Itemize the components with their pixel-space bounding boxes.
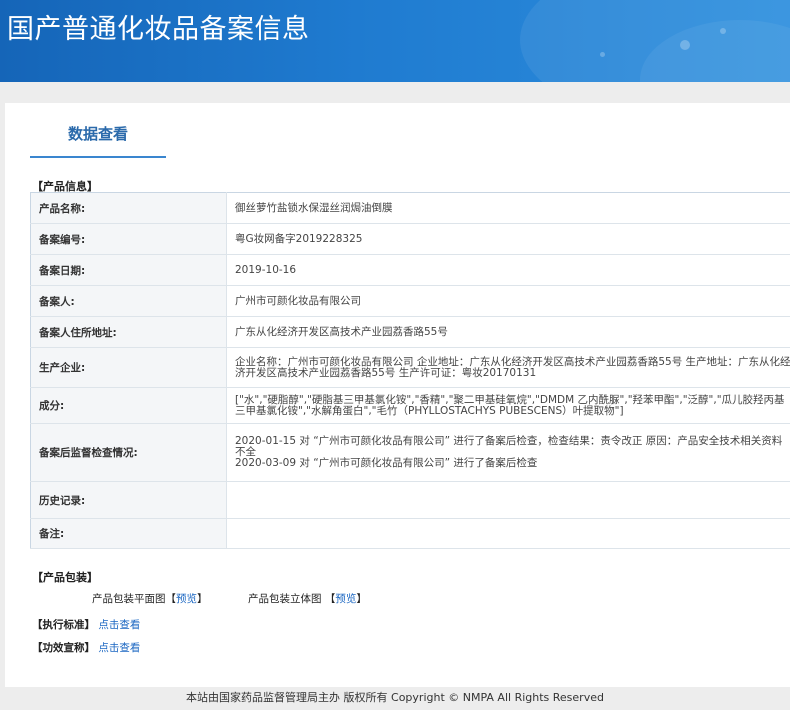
row-label: 备案编号:	[30, 223, 227, 255]
standards-view-link[interactable]: 点击查看	[98, 619, 140, 631]
footer-copyright: 本站由国家药品监督管理局主办 版权所有 Copyright © NMPA All…	[186, 691, 604, 704]
efficacy-label: 【功效宣称】	[32, 642, 95, 654]
packaging-flat-label: 产品包装平面图	[92, 593, 166, 605]
row-label: 备案后监督检查情况:	[30, 423, 227, 482]
table-row: 备案人: 广州市可颜化妆品有限公司	[30, 285, 790, 317]
row-label: 备案人住所地址:	[30, 316, 227, 348]
row-value: 广东从化经济开发区高技术产业园荔香路55号	[226, 316, 790, 348]
efficacy-view-link[interactable]: 点击查看	[98, 642, 140, 654]
table-row: 备注:	[30, 518, 790, 549]
inspection-line: 2020-01-15 对 “广州市可颜化妆品有限公司” 进行了备案后检查，检查结…	[235, 435, 783, 458]
standards-row: 【执行标准】 点击查看	[32, 617, 140, 632]
row-value: 御丝萝竹盐锁水保湿丝润焗油倒膜	[226, 192, 790, 224]
table-row: 生产企业: 企业名称：广州市可颜化妆品有限公司 企业地址：广东从化经济开发区高技…	[30, 347, 790, 388]
row-value: 2019-10-16	[226, 254, 790, 286]
banner-decoration	[720, 28, 726, 34]
table-row: 备案人住所地址: 广东从化经济开发区高技术产业园荔香路55号	[30, 316, 790, 348]
row-value: ["水","硬脂醇","硬脂基三甲基氯化铵","香精","聚二甲基硅氧烷","D…	[226, 387, 790, 424]
table-row: 产品名称: 御丝萝竹盐锁水保湿丝润焗油倒膜	[30, 192, 790, 224]
tab-label: 数据查看	[67, 125, 128, 143]
table-row: 成分: ["水","硬脂醇","硬脂基三甲基氯化铵","香精","聚二甲基硅氧烷…	[30, 387, 790, 424]
row-value: 2020-01-15 对 “广州市可颜化妆品有限公司” 进行了备案后检查，检查结…	[226, 423, 790, 482]
section-title-packaging: 【产品包装】	[32, 571, 98, 584]
row-label: 产品名称:	[30, 192, 227, 224]
row-value	[226, 518, 790, 549]
row-label: 备注:	[30, 518, 227, 549]
header-banner: 国产普通化妆品备案信息	[0, 0, 790, 82]
row-label: 历史记录:	[30, 481, 227, 519]
row-value	[226, 481, 790, 519]
standards-label: 【执行标准】	[32, 619, 95, 631]
inspection-line: 2020-03-09 对 “广州市可颜化妆品有限公司” 进行了备案后检查	[235, 457, 538, 469]
packaging-solid-label: 产品包装立体图	[248, 593, 322, 605]
row-value: 企业名称：广州市可颜化妆品有限公司 企业地址：广东从化经济开发区高技术产业园荔香…	[226, 347, 790, 388]
table-row: 备案日期: 2019-10-16	[30, 254, 790, 286]
packaging-flat-item: 产品包装平面图【预览】	[92, 593, 208, 605]
row-label: 备案人:	[30, 285, 227, 317]
row-value: 粤G妆网备字2019228325	[226, 223, 790, 255]
row-label: 生产企业:	[30, 347, 227, 388]
product-info-table: 产品名称: 御丝萝竹盐锁水保湿丝润焗油倒膜 备案编号: 粤G妆网备字201922…	[30, 192, 790, 549]
packaging-solid-item: 产品包装立体图 【预览】	[248, 593, 367, 605]
table-row: 备案编号: 粤G妆网备字2019228325	[30, 223, 790, 255]
row-label: 备案日期:	[30, 254, 227, 286]
preview-flat-link[interactable]: 预览	[176, 593, 197, 605]
banner-decoration	[680, 40, 690, 50]
table-row: 备案后监督检查情况: 2020-01-15 对 “广州市可颜化妆品有限公司” 进…	[30, 423, 790, 482]
content-panel: 数据查看 【产品信息】 产品名称: 御丝萝竹盐锁水保湿丝润焗油倒膜 备案编号: …	[5, 103, 790, 687]
row-label: 成分:	[30, 387, 227, 424]
row-value: 广州市可颜化妆品有限公司	[226, 285, 790, 317]
page-title: 国产普通化妆品备案信息	[7, 14, 310, 45]
preview-solid-link[interactable]: 预览	[335, 593, 356, 605]
banner-decoration	[600, 52, 605, 57]
table-row: 历史记录:	[30, 481, 790, 519]
efficacy-row: 【功效宣称】 点击查看	[32, 640, 140, 655]
tab-data-view[interactable]: 数据查看	[30, 120, 166, 158]
